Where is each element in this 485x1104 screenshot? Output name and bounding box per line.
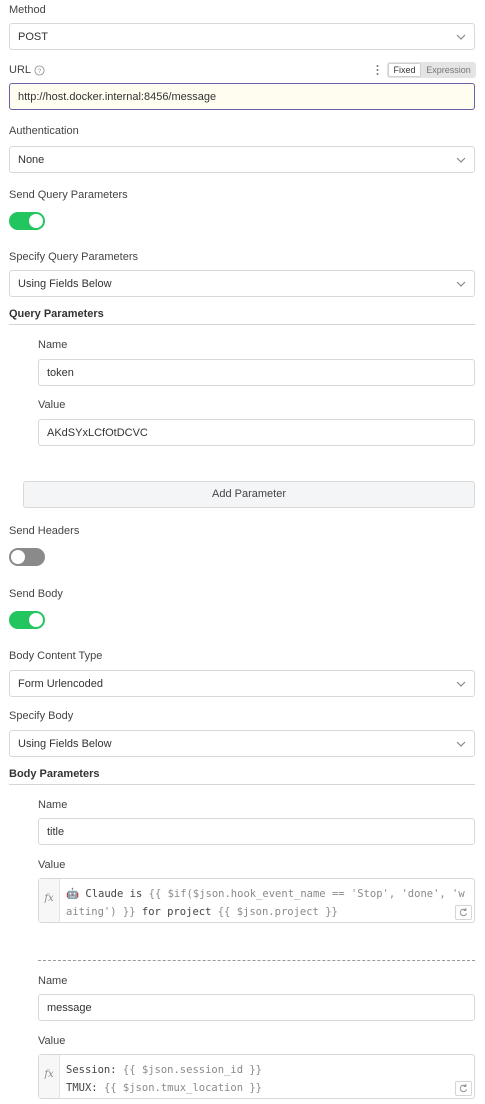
code-line: aiting') }} for project {{ $json.project… — [66, 903, 470, 921]
svg-text:?: ? — [38, 68, 42, 75]
body-name-label: Name — [38, 799, 68, 811]
body-content-type-select[interactable]: Form Urlencoded — [9, 670, 475, 697]
query-name-input[interactable]: token — [38, 359, 475, 386]
authentication-value: None — [18, 154, 45, 166]
query-value-input[interactable]: AKdSYxLCfOtDCVC — [38, 419, 475, 446]
expression-code: Session: {{ $json.session_id }} TMUX: {{… — [66, 1061, 470, 1097]
refresh-icon[interactable] — [455, 1081, 472, 1096]
query-name-label: Name — [38, 339, 68, 351]
send-body-label: Send Body — [9, 588, 63, 600]
method-value: POST — [18, 31, 48, 43]
query-value-value: AKdSYxLCfOtDCVC — [47, 427, 148, 439]
chevron-down-icon — [456, 281, 466, 287]
body-value-expression-input[interactable]: fx Session: {{ $json.session_id }} TMUX:… — [38, 1054, 475, 1099]
refresh-icon[interactable] — [455, 905, 472, 920]
body-name-value: title — [47, 826, 65, 838]
send-query-label: Send Query Parameters — [9, 189, 128, 201]
specify-query-label: Specify Query Parameters — [9, 251, 138, 263]
chevron-down-icon — [456, 157, 466, 163]
code-text: Session: — [66, 1064, 123, 1076]
toggle-knob — [29, 613, 43, 627]
code-expression: {{ $json.session_id }} — [122, 1064, 262, 1076]
code-expression: {{ $if($json.hook_event_name == 'Stop', … — [148, 888, 465, 900]
mode-expression-button[interactable]: Expression — [422, 63, 475, 77]
query-name-value: token — [47, 367, 74, 379]
specify-body-value: Using Fields Below — [18, 738, 112, 750]
url-value: http://host.docker.internal:8456/message — [18, 91, 217, 103]
more-vertical-icon[interactable] — [375, 64, 380, 76]
expression-code: 🤖 Claude is {{ $if($json.hook_event_name… — [66, 885, 470, 921]
send-body-toggle[interactable] — [9, 611, 45, 629]
chevron-down-icon — [456, 34, 466, 40]
help-circle-icon[interactable]: ? — [34, 65, 45, 76]
code-line: TMUX: {{ $json.tmux_location }} — [66, 1079, 470, 1097]
chevron-down-icon — [456, 741, 466, 747]
url-label: URL — [9, 64, 32, 76]
body-content-type-value: Form Urlencoded — [18, 678, 103, 690]
url-mode-toggle: Fixed Expression — [387, 62, 476, 78]
code-text: 🤖 Claude is — [66, 888, 149, 900]
body-name-value: message — [47, 1002, 92, 1014]
divider — [9, 784, 475, 785]
code-expression: {{ $json.project }} — [217, 906, 338, 918]
authentication-select[interactable]: None — [9, 146, 475, 173]
method-select[interactable]: POST — [9, 23, 475, 50]
body-content-type-label: Body Content Type — [9, 650, 103, 662]
specify-body-select[interactable]: Using Fields Below — [9, 730, 475, 757]
code-text: TMUX: — [66, 1082, 104, 1094]
body-name-label: Name — [38, 975, 68, 987]
code-line: Session: {{ $json.session_id }} — [66, 1061, 470, 1079]
query-value-label: Value — [38, 399, 66, 411]
specify-query-value: Using Fields Below — [18, 278, 112, 290]
toggle-knob — [11, 550, 25, 564]
chevron-down-icon — [456, 681, 466, 687]
fx-icon: fx — [39, 1055, 60, 1098]
code-expression: {{ $json.tmux_location }} — [103, 1082, 262, 1094]
toggle-knob — [29, 214, 43, 228]
send-headers-toggle[interactable] — [9, 548, 45, 566]
mode-fixed-button[interactable]: Fixed — [388, 63, 421, 77]
method-label: Method — [9, 4, 46, 16]
query-parameters-heading: Query Parameters — [9, 308, 104, 320]
body-value-label: Value — [38, 1035, 66, 1047]
body-value-label: Value — [38, 859, 66, 871]
body-parameters-heading: Body Parameters — [9, 768, 100, 780]
url-input[interactable]: http://host.docker.internal:8456/message — [9, 83, 475, 110]
parameter-separator — [38, 960, 475, 961]
authentication-label: Authentication — [9, 125, 79, 137]
body-value-expression-input[interactable]: fx 🤖 Claude is {{ $if($json.hook_event_n… — [38, 878, 475, 923]
send-query-toggle[interactable] — [9, 212, 45, 230]
code-expression: aiting') }} — [66, 906, 136, 918]
send-headers-label: Send Headers — [9, 525, 80, 537]
add-parameter-button[interactable]: Add Parameter — [23, 481, 475, 508]
divider — [9, 324, 475, 325]
body-name-input[interactable]: message — [38, 994, 475, 1021]
code-text: for project — [135, 906, 218, 918]
body-name-input[interactable]: title — [38, 818, 475, 845]
fx-icon: fx — [39, 879, 60, 922]
specify-query-select[interactable]: Using Fields Below — [9, 270, 475, 297]
specify-body-label: Specify Body — [9, 710, 74, 722]
code-line: 🤖 Claude is {{ $if($json.hook_event_name… — [66, 885, 470, 903]
